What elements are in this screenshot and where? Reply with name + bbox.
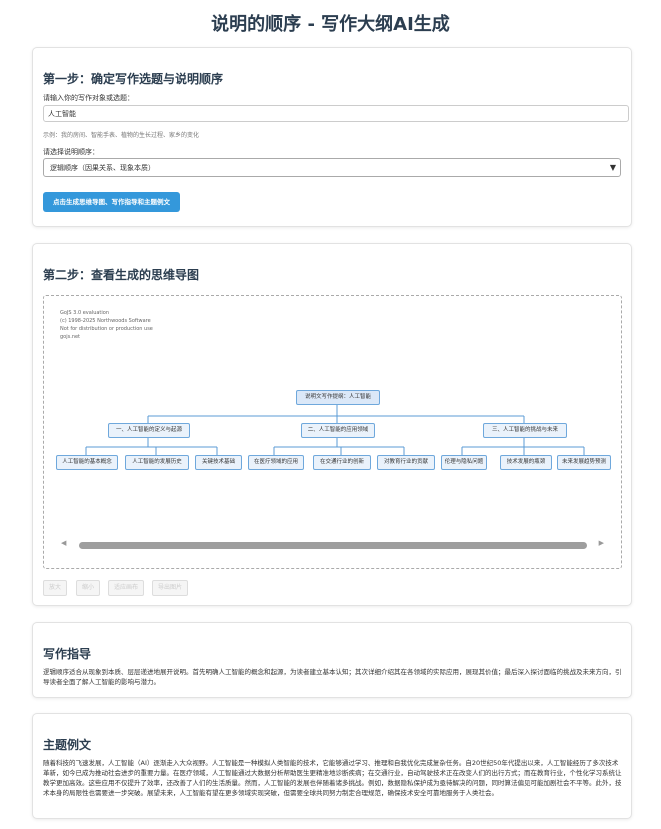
mindmap-leaf-node[interactable]: 人工智能的发展历史	[125, 455, 189, 470]
guide-heading: 写作指导	[43, 647, 92, 661]
order-select-value: 逻辑顺序（因果关系、现象本质）	[50, 164, 155, 172]
example-card: 主题例文 随着科技的飞速发展，人工智能（AI）逐渐走入大众视野。人工智能是一种模…	[32, 713, 632, 819]
scroll-left-icon[interactable]: ◀	[61, 539, 66, 547]
mindmap-branch-node[interactable]: 二、人工智能的应用领域	[301, 423, 375, 438]
mindmap-links	[85, 404, 585, 455]
fit-canvas-button[interactable]: 适应画布	[108, 580, 145, 596]
example-heading: 主题例文	[43, 738, 92, 752]
mindmap-leaf-node[interactable]: 在医疗领域的应用	[248, 455, 304, 470]
horizontal-scrollbar[interactable]: ◀ ▶	[61, 539, 604, 551]
guide-text: 逻辑顺序适合从现象到本质、层层递进地展开说明。首先明确人工智能的概念和起源，为读…	[43, 668, 622, 686]
zoom-out-button[interactable]: 缩小	[76, 580, 101, 596]
order-label: 请选择说明顺序：	[43, 148, 99, 156]
mindmap-root-node[interactable]: 说明文写作提纲：人工智能	[296, 390, 380, 405]
zoom-in-button[interactable]: 放大	[43, 580, 68, 596]
example-text: 随着科技的飞速发展，人工智能（AI）逐渐走入大众视野。人工智能是一种模拟人类智能…	[43, 759, 622, 797]
scroll-right-icon[interactable]: ▶	[599, 539, 604, 547]
mindmap-leaf-node[interactable]: 对教育行业的贡献	[377, 455, 435, 470]
mindmap-leaf-node[interactable]: 关键技术基础	[195, 455, 242, 470]
chevron-down-icon: ▼	[609, 163, 616, 172]
guide-card: 写作指导 逻辑顺序适合从现象到本质、层层递进地展开说明。首先明确人工智能的概念和…	[32, 622, 632, 698]
topic-input[interactable]: 人工智能	[43, 105, 629, 122]
mindmap-leaf-node[interactable]: 未来发展趋势预测	[557, 455, 611, 470]
step2-heading: 第二步：查看生成的思维导图	[43, 268, 200, 282]
mindmap-canvas[interactable]: GoJS 3.0 evaluation (c) 1998-2025 Northw…	[43, 295, 622, 569]
step2-card: 第二步：查看生成的思维导图 GoJS 3.0 evaluation (c) 19…	[32, 243, 632, 606]
mindmap-leaf-node[interactable]: 技术发展的瓶颈	[500, 455, 552, 470]
scrollbar-thumb[interactable]	[79, 542, 587, 549]
step1-heading: 第一步：确定写作选题与说明顺序	[43, 72, 224, 86]
page-title: 说明的顺序 - 写作大纲AI生成	[211, 14, 450, 35]
topic-label: 请输入你的写作对象或选题：	[43, 94, 134, 102]
export-image-button[interactable]: 导出图片	[152, 580, 189, 596]
mindmap-branch-node[interactable]: 一、人工智能的定义与起源	[108, 423, 190, 438]
mindmap-leaf-node[interactable]: 人工智能的基本概念	[56, 455, 118, 470]
order-select[interactable]: 逻辑顺序（因果关系、现象本质） ▼	[43, 158, 621, 177]
mindmap-leaf-node[interactable]: 在交通行业的创新	[313, 455, 371, 470]
mindmap-leaf-node[interactable]: 伦理与隐私问题	[441, 455, 487, 470]
generate-button[interactable]: 点击生成思维导图、写作指导和主题例文	[43, 192, 180, 212]
step1-card: 第一步：确定写作选题与说明顺序 请输入你的写作对象或选题： 人工智能 示例：我的…	[32, 47, 632, 227]
topic-hint: 示例：我的房间、智能手表、植物的生长过程、家乡的变化	[43, 132, 200, 139]
mindmap-branch-node[interactable]: 三、人工智能的挑战与未来	[483, 423, 567, 438]
